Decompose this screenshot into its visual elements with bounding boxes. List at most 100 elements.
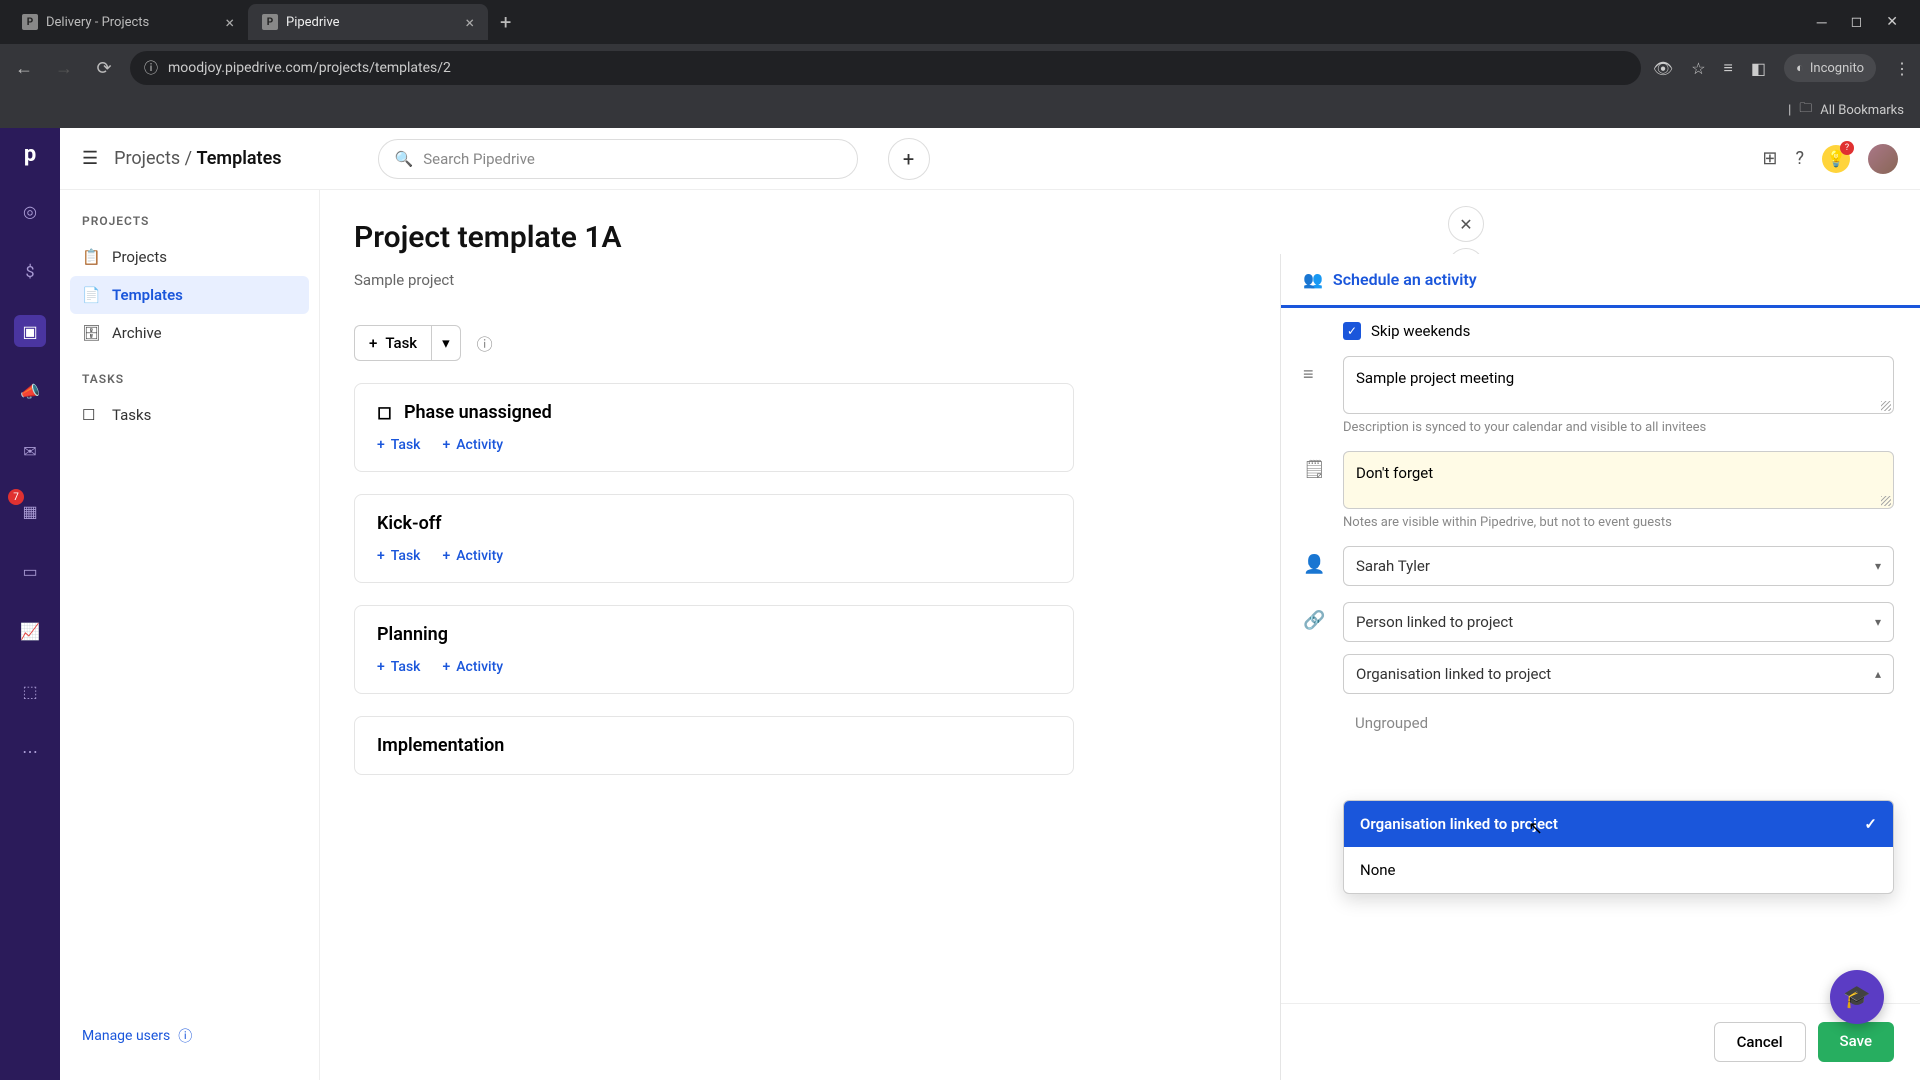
back-button[interactable]: ←: [10, 58, 38, 79]
info-icon[interactable]: ⓘ: [477, 331, 493, 355]
resize-handle[interactable]: [1881, 401, 1891, 411]
mail-icon[interactable]: ✉: [14, 435, 46, 467]
add-task-link[interactable]: + Task: [377, 437, 420, 453]
resize-handle[interactable]: [1881, 496, 1891, 506]
chevron-up-icon: ▴: [1875, 667, 1881, 681]
favicon: P: [262, 14, 278, 30]
note-icon: 🗒: [1303, 451, 1327, 480]
insights-icon[interactable]: 📈: [14, 615, 46, 647]
topbar-right: ⊞ ? 💡?: [1762, 144, 1898, 174]
eye-off-icon[interactable]: 👁: [1653, 59, 1673, 78]
app: p ◎ $ ▣ 📣 ✉ ▦7 ▭ 📈 ⬚ ⋯ ☰ Projects / Temp…: [0, 128, 1920, 1080]
add-activity-link[interactable]: + Activity: [442, 659, 503, 675]
sidebar: PROJECTS 📋Projects 📄Templates 🗄Archive T…: [60, 190, 320, 1080]
sidebar-item-tasks[interactable]: ☐Tasks: [70, 396, 309, 434]
contacts-icon[interactable]: ▭: [14, 555, 46, 587]
star-icon[interactable]: ☆: [1691, 59, 1705, 78]
phase-card: Planning + Task + Activity: [354, 605, 1074, 694]
quick-add-button[interactable]: +: [888, 138, 930, 180]
add-task-dropdown[interactable]: ▾: [431, 325, 461, 361]
close-panel-button[interactable]: ✕: [1448, 206, 1484, 242]
search-input[interactable]: 🔍 Search Pipedrive: [378, 139, 858, 179]
projects-icon[interactable]: ▣: [14, 315, 46, 347]
add-task-button[interactable]: + Task: [354, 325, 431, 361]
separator: |: [1788, 103, 1791, 118]
note-textarea[interactable]: Don't forget: [1343, 451, 1894, 509]
phase-title: ◻Phase unassigned: [377, 402, 1051, 423]
favicon: P: [22, 14, 38, 30]
help-icon[interactable]: ?: [1795, 148, 1804, 169]
phase-title: Kick-off: [377, 513, 1051, 534]
link-icon: 🔗: [1303, 602, 1327, 631]
content: ☰ Projects / Templates 🔍 Search Pipedriv…: [60, 128, 1920, 1080]
extensions-icon[interactable]: ⊞: [1762, 148, 1777, 169]
incognito-label: Incognito: [1810, 61, 1864, 76]
url-field[interactable]: ⓘ moodjoy.pipedrive.com/projects/templat…: [130, 51, 1641, 85]
square-icon: ◻: [377, 402, 392, 423]
menu-icon[interactable]: ⋮: [1894, 59, 1910, 78]
owner-icon: 👤: [1303, 546, 1327, 575]
megaphone-icon[interactable]: 📣: [14, 375, 46, 407]
target-icon[interactable]: ◎: [14, 195, 46, 227]
window-controls: ─ ◻ ✕: [1817, 14, 1912, 31]
browser-tab-active[interactable]: P Pipedrive ×: [248, 4, 488, 40]
org-link-select[interactable]: Organisation linked to project▴: [1343, 654, 1894, 694]
phase-title: Implementation: [377, 735, 1051, 756]
phase-card: Kick-off + Task + Activity: [354, 494, 1074, 583]
org-link-dropdown: Organisation linked to project✓ None: [1343, 800, 1894, 894]
clipboard-icon: 📋: [82, 248, 100, 266]
incognito-indicator[interactable]: ◐ Incognito: [1784, 54, 1876, 82]
hamburger-icon[interactable]: ☰: [82, 148, 98, 169]
url-text: moodjoy.pipedrive.com/projects/templates…: [168, 60, 451, 76]
maximize-icon[interactable]: ◻: [1851, 14, 1863, 31]
add-activity-link[interactable]: + Activity: [442, 548, 503, 564]
add-task-link[interactable]: + Task: [377, 659, 420, 675]
avatar[interactable]: [1868, 144, 1898, 174]
hint-bulb-icon[interactable]: 💡?: [1822, 145, 1850, 173]
close-window-icon[interactable]: ✕: [1886, 14, 1898, 31]
owner-select[interactable]: Sarah Tyler▾: [1343, 546, 1894, 586]
phase-card: Implementation: [354, 716, 1074, 775]
skip-weekends-checkbox[interactable]: ✓ Skip weekends: [1343, 322, 1894, 340]
panel-footer: Cancel Save: [1281, 1003, 1920, 1080]
dollar-icon[interactable]: $: [14, 255, 46, 287]
note-hint: Notes are visible within Pipedrive, but …: [1343, 515, 1894, 530]
browser-tab[interactable]: P Delivery - Projects ×: [8, 4, 248, 40]
add-activity-link[interactable]: + Activity: [442, 437, 503, 453]
save-button[interactable]: Save: [1818, 1022, 1894, 1062]
person-link-select[interactable]: Person linked to project▾: [1343, 602, 1894, 642]
checkbox-checked-icon: ✓: [1343, 322, 1361, 340]
dropdown-option-none[interactable]: None: [1344, 847, 1893, 893]
description-textarea[interactable]: Sample project meeting: [1343, 356, 1894, 414]
calendar-icon[interactable]: ▦7: [14, 495, 46, 527]
manage-users-link[interactable]: Manage usersⓘ: [70, 1016, 309, 1056]
group-select[interactable]: Ungrouped: [1343, 704, 1894, 742]
search-placeholder: Search Pipedrive: [423, 150, 535, 168]
all-bookmarks-button[interactable]: All Bookmarks: [1820, 103, 1904, 118]
pipedrive-logo[interactable]: p: [24, 142, 36, 167]
dropdown-option-selected[interactable]: Organisation linked to project✓: [1344, 801, 1893, 847]
new-tab-button[interactable]: +: [488, 10, 523, 34]
playlist-icon[interactable]: ≡: [1724, 58, 1733, 78]
breadcrumb-root[interactable]: Projects: [114, 148, 180, 169]
close-icon[interactable]: ×: [465, 13, 474, 32]
minimize-icon[interactable]: ─: [1817, 14, 1827, 31]
body: PROJECTS 📋Projects 📄Templates 🗄Archive T…: [60, 190, 1920, 1080]
box-icon[interactable]: ⬚: [14, 675, 46, 707]
panel-body: ✓ Skip weekends ≡ Sample project meeting…: [1281, 314, 1920, 1003]
sidebar-item-projects[interactable]: 📋Projects: [70, 238, 309, 276]
sidebar-heading-tasks: TASKS: [70, 372, 309, 396]
site-info-icon[interactable]: ⓘ: [144, 58, 158, 78]
panel-icon[interactable]: ◧: [1751, 59, 1766, 78]
address-actions: 👁 ☆ ≡ ◧ ◐ Incognito ⋮: [1653, 54, 1910, 82]
academy-fab[interactable]: 🎓: [1830, 970, 1884, 1024]
close-icon[interactable]: ×: [225, 13, 234, 32]
cancel-button[interactable]: Cancel: [1714, 1022, 1806, 1062]
reload-button[interactable]: ⟳: [90, 58, 118, 79]
sidebar-item-archive[interactable]: 🗄Archive: [70, 314, 309, 352]
sidebar-item-templates[interactable]: 📄Templates: [70, 276, 309, 314]
add-task-link[interactable]: + Task: [377, 548, 420, 564]
more-icon[interactable]: ⋯: [14, 735, 46, 767]
chevron-down-icon: ▾: [1875, 615, 1881, 629]
description-hint: Description is synced to your calendar a…: [1343, 420, 1894, 435]
